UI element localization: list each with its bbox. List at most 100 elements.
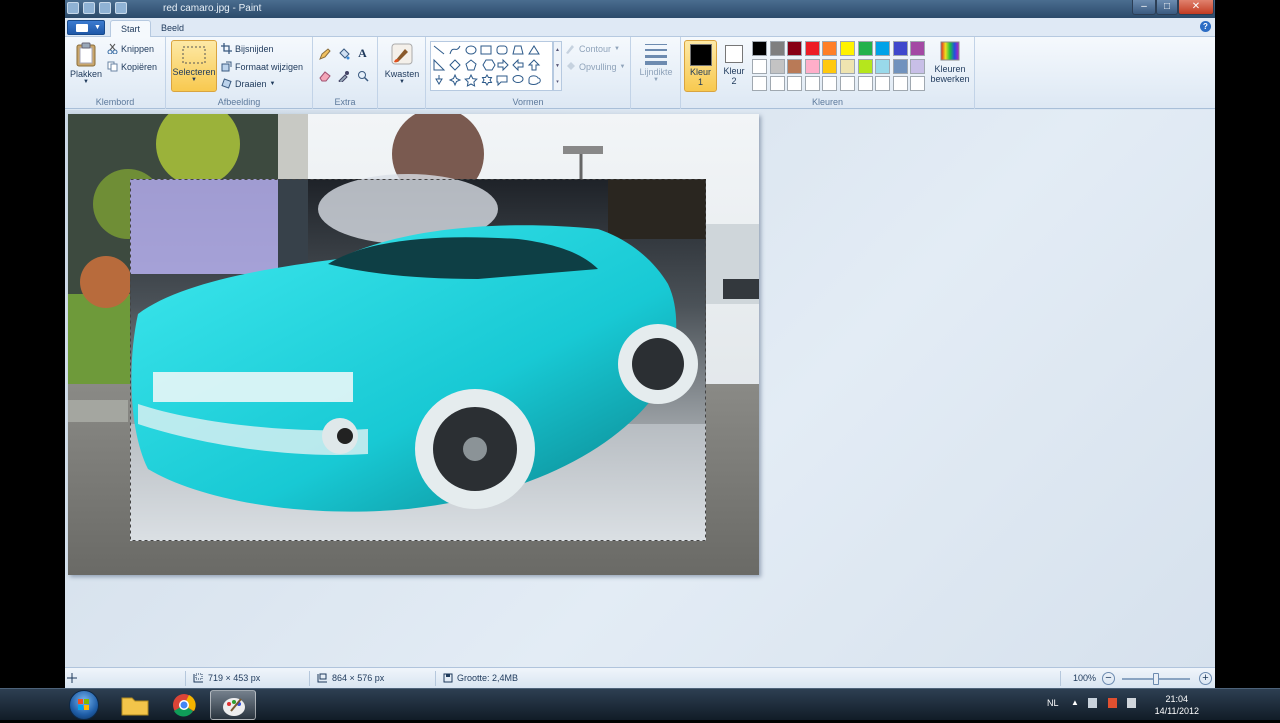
shape-callout-oval[interactable]: [512, 75, 524, 83]
shape-rectangle[interactable]: [480, 45, 492, 55]
shape-oval[interactable]: [465, 45, 477, 55]
color2-button[interactable]: Kleur 2: [719, 40, 749, 92]
save-icon[interactable]: [83, 2, 95, 14]
shape-star-5[interactable]: [464, 73, 478, 87]
shape-star-4[interactable]: [448, 73, 462, 87]
shape-hexagon[interactable]: [482, 59, 496, 71]
outline-button[interactable]: Contour ▼: [565, 43, 620, 54]
palette-swatch[interactable]: [875, 58, 891, 74]
rotate-button[interactable]: Draaien ▼: [221, 78, 275, 89]
shapes-scrollbar[interactable]: ▲ ▼ ▾: [553, 41, 562, 91]
palette-swatch[interactable]: [804, 41, 820, 56]
shape-arrow-down[interactable]: [435, 75, 443, 85]
custom-color-slot[interactable]: [769, 76, 785, 91]
palette-swatch[interactable]: [910, 41, 926, 56]
clock[interactable]: 21:04 14/11/2012: [1155, 693, 1199, 717]
custom-color-slot[interactable]: [857, 76, 873, 91]
palette-swatch[interactable]: [910, 58, 926, 74]
resize-button[interactable]: Formaat wijzigen: [221, 61, 303, 72]
palette-swatch[interactable]: [787, 41, 803, 56]
palette-swatch[interactable]: [840, 41, 855, 56]
tab-beeld[interactable]: Beeld: [151, 20, 194, 37]
undo-icon[interactable]: [99, 2, 111, 14]
zoom-slider-thumb[interactable]: [1153, 673, 1159, 685]
shape-star-6[interactable]: [481, 74, 493, 86]
color1-button[interactable]: Kleur 1: [684, 40, 717, 92]
palette-swatch[interactable]: [857, 58, 873, 74]
help-icon[interactable]: ?: [1200, 21, 1211, 32]
brushes-button[interactable]: Kwasten ▼: [382, 41, 422, 93]
action-center-icon[interactable]: [1108, 698, 1117, 708]
shape-rounded-rectangle[interactable]: [496, 45, 508, 55]
zoom-slider[interactable]: [1122, 673, 1190, 685]
tab-start[interactable]: Start: [110, 20, 152, 37]
start-button[interactable]: [69, 690, 99, 720]
shape-arrow-up[interactable]: [527, 59, 541, 71]
close-button[interactable]: ✕: [1178, 0, 1214, 15]
select-button[interactable]: Selecteren ▼: [171, 40, 217, 92]
shape-arrow-right[interactable]: [497, 58, 509, 72]
canvas-area[interactable]: [65, 110, 1215, 667]
image-canvas[interactable]: [68, 114, 759, 575]
cut-button[interactable]: Knippen: [107, 43, 154, 54]
text-tool-icon[interactable]: A: [355, 46, 370, 61]
edit-colors-button[interactable]: Kleuren bewerken: [928, 40, 972, 92]
shape-arrow-left[interactable]: [512, 58, 524, 72]
line-width-icon: [645, 44, 667, 65]
custom-color-slot[interactable]: [787, 76, 803, 91]
taskbar-paint[interactable]: [210, 690, 256, 720]
paste-button[interactable]: Plakken ▼: [68, 41, 104, 91]
shape-right-triangle[interactable]: [433, 58, 446, 71]
volume-icon[interactable]: [1127, 698, 1136, 708]
pencil-icon[interactable]: [317, 46, 332, 61]
palette-swatch[interactable]: [822, 58, 838, 74]
color-picker-icon[interactable]: [336, 68, 351, 83]
custom-color-slot[interactable]: [840, 76, 855, 91]
magnifier-icon[interactable]: [355, 68, 370, 83]
crop-button[interactable]: Bijsnijden: [221, 43, 274, 54]
fill-bucket-icon[interactable]: [336, 46, 351, 61]
palette-swatch[interactable]: [804, 58, 820, 74]
palette-swatch[interactable]: [875, 41, 891, 56]
palette-swatch[interactable]: [752, 41, 767, 56]
palette-swatch[interactable]: [857, 41, 873, 56]
redo-icon[interactable]: [115, 2, 127, 14]
copy-button[interactable]: Kopiëren: [107, 61, 157, 72]
paint-app-icon[interactable]: [67, 2, 79, 14]
palette-swatch[interactable]: [752, 58, 767, 74]
palette-swatch[interactable]: [769, 58, 785, 74]
palette-swatch[interactable]: [787, 58, 803, 74]
palette-swatch[interactable]: [892, 41, 908, 56]
palette-swatch[interactable]: [840, 58, 855, 74]
eraser-icon[interactable]: [317, 68, 332, 83]
line-width-button[interactable]: Lijndikte ▼: [636, 41, 676, 93]
maximize-button[interactable]: □: [1156, 0, 1178, 15]
shape-callout-rect[interactable]: [496, 75, 508, 87]
shape-callout-cloud[interactable]: [528, 75, 541, 85]
minimize-button[interactable]: –: [1132, 0, 1156, 15]
zoom-out-button[interactable]: −: [1102, 672, 1115, 685]
zoom-in-button[interactable]: +: [1199, 672, 1212, 685]
shape-diamond[interactable]: [449, 59, 461, 71]
custom-color-slot[interactable]: [822, 76, 838, 91]
show-hidden-icons[interactable]: ▲: [1071, 698, 1079, 707]
shape-triangle[interactable]: [528, 45, 540, 55]
language-indicator[interactable]: NL: [1047, 698, 1059, 708]
shape-pentagon[interactable]: [465, 59, 477, 71]
network-icon[interactable]: [1088, 698, 1097, 708]
taskbar-explorer[interactable]: [112, 690, 158, 720]
taskbar-chrome[interactable]: [161, 690, 207, 720]
palette-swatch[interactable]: [822, 41, 838, 56]
fill-button[interactable]: Opvulling ▼: [565, 61, 625, 72]
custom-color-slot[interactable]: [875, 76, 891, 91]
paint-menu-button[interactable]: ▼: [67, 20, 105, 35]
palette-swatch[interactable]: [769, 41, 785, 56]
shape-polygon[interactable]: [512, 45, 524, 55]
palette-swatch[interactable]: [892, 58, 908, 74]
shape-curve[interactable]: [449, 45, 461, 55]
custom-color-slot[interactable]: [804, 76, 820, 91]
shape-line[interactable]: [433, 45, 445, 55]
custom-color-slot[interactable]: [752, 76, 767, 91]
custom-color-slot[interactable]: [892, 76, 908, 91]
custom-color-slot[interactable]: [910, 76, 926, 91]
